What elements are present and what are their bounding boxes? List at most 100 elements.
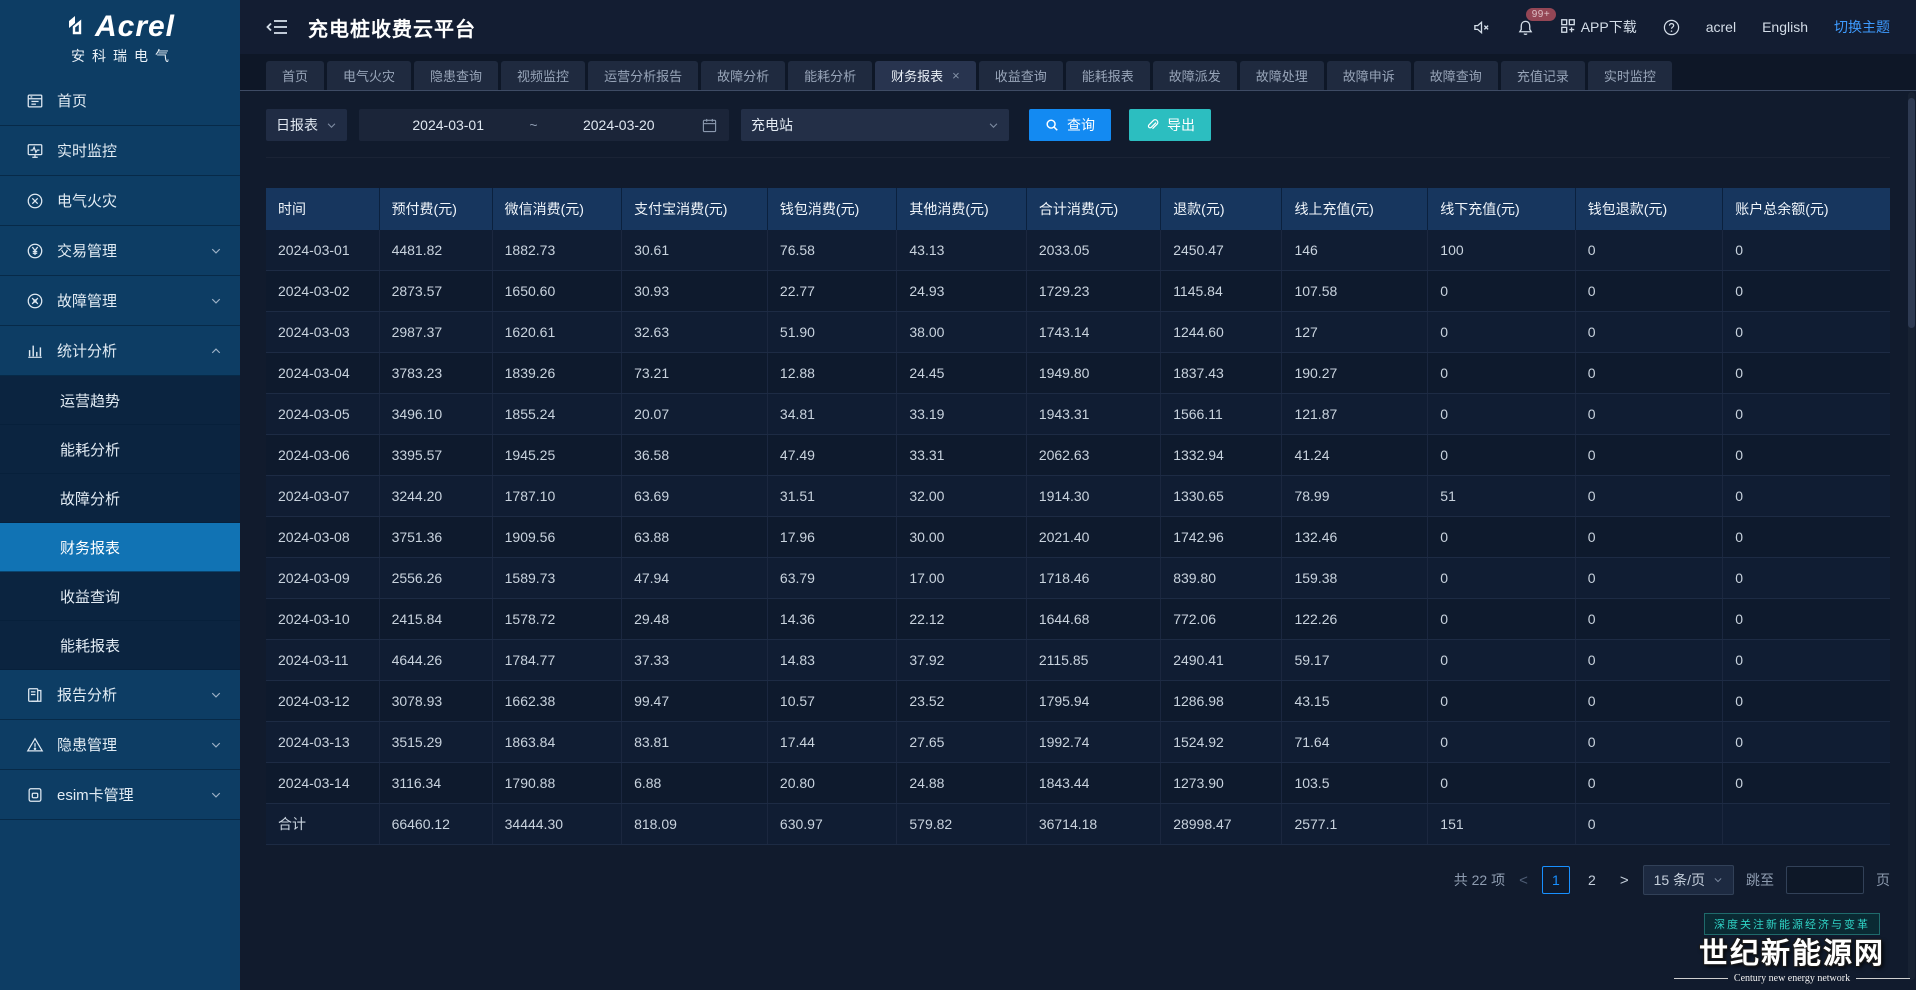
table-cell: 32.00: [897, 476, 1026, 517]
date-range-picker[interactable]: 2024-03-01 ~ 2024-03-20: [359, 109, 729, 141]
table-cell: 0: [1428, 599, 1575, 640]
table-cell: 2450.47: [1161, 230, 1282, 271]
table-cell: 0: [1575, 230, 1722, 271]
table-cell: 2115.85: [1026, 640, 1160, 681]
table-cell: 1787.10: [492, 476, 621, 517]
table-cell: 3751.36: [379, 517, 492, 558]
tab-15[interactable]: 实时监控: [1588, 61, 1672, 90]
hazard-icon: [26, 736, 44, 754]
table-cell: 14.36: [767, 599, 896, 640]
tab-14[interactable]: 充值记录: [1501, 61, 1585, 90]
table-cell: 73.21: [622, 353, 768, 394]
table-cell: 2021.40: [1026, 517, 1160, 558]
table-cell: 0: [1575, 517, 1722, 558]
table-cell: 0: [1723, 599, 1890, 640]
table-cell: 1566.11: [1161, 394, 1282, 435]
prev-page-button[interactable]: <: [1517, 872, 1530, 889]
table-cell: 78.99: [1282, 476, 1428, 517]
query-button-label: 查询: [1067, 115, 1095, 135]
station-select[interactable]: 充电站: [741, 109, 1009, 141]
tab-10[interactable]: 故障派发: [1153, 61, 1237, 90]
app-download-button[interactable]: APP下载: [1560, 17, 1637, 37]
sidebar-subitem[interactable]: 故障分析: [0, 474, 240, 523]
sidebar-subitem[interactable]: 收益查询: [0, 572, 240, 621]
scrollbar-thumb[interactable]: [1908, 98, 1915, 328]
sidebar-item-hazard[interactable]: 隐患管理: [0, 720, 240, 770]
table-cell: 63.88: [622, 517, 768, 558]
tab-2[interactable]: 隐患查询: [414, 61, 498, 90]
sidebar-collapse-icon[interactable]: [266, 18, 288, 36]
sidebar-subitem[interactable]: 运营趋势: [0, 376, 240, 425]
mute-speaker-icon[interactable]: [1472, 19, 1491, 36]
tab-label: 财务报表: [891, 66, 943, 85]
tab-3[interactable]: 视频监控: [501, 61, 585, 90]
table-cell: 59.17: [1282, 640, 1428, 681]
jump-page-input[interactable]: [1786, 866, 1864, 894]
tab-4[interactable]: 运营分析报告: [588, 61, 698, 90]
table-cell: 0: [1723, 681, 1890, 722]
monitor-icon: [26, 142, 44, 160]
page-size-select[interactable]: 15 条/页: [1643, 865, 1734, 895]
sidebar-item-trade[interactable]: 交易管理: [0, 226, 240, 276]
page-button-2[interactable]: 2: [1578, 866, 1606, 894]
table-cell: 0: [1575, 476, 1722, 517]
tab-label: 故障申诉: [1343, 66, 1395, 85]
page-button-1[interactable]: 1: [1542, 866, 1570, 894]
sidebar-item-label: 交易管理: [57, 240, 117, 261]
close-icon[interactable]: ×: [952, 68, 960, 83]
sidebar-item-report[interactable]: 报告分析: [0, 670, 240, 720]
table-cell: 2024-03-13: [266, 722, 379, 763]
sidebar-item-card[interactable]: esim卡管理: [0, 770, 240, 820]
export-button[interactable]: 导出: [1129, 109, 1211, 141]
report-type-select[interactable]: 日报表: [266, 109, 347, 141]
table-cell: 1795.94: [1026, 681, 1160, 722]
tab-12[interactable]: 故障申诉: [1327, 61, 1411, 90]
table-cell: 38.00: [897, 312, 1026, 353]
tab-0[interactable]: 首页: [266, 61, 324, 90]
tab-13[interactable]: 故障查询: [1414, 61, 1498, 90]
sidebar-subitem[interactable]: 财务报表: [0, 523, 240, 572]
table-cell: 2024-03-08: [266, 517, 379, 558]
next-page-button[interactable]: >: [1618, 872, 1631, 889]
table-cell: 1945.25: [492, 435, 621, 476]
report-icon: [26, 686, 44, 704]
column-header: 账户总余额(元): [1723, 188, 1890, 230]
table-cell: 2987.37: [379, 312, 492, 353]
table-cell: 0: [1428, 763, 1575, 804]
sidebar-item-fire[interactable]: 电气火灾: [0, 176, 240, 226]
table-cell: 6.88: [622, 763, 768, 804]
table-cell: 2024-03-06: [266, 435, 379, 476]
notification-bell-icon[interactable]: 99+: [1517, 19, 1534, 36]
table-cell: 47.49: [767, 435, 896, 476]
tab-8[interactable]: 收益查询: [979, 61, 1063, 90]
tab-11[interactable]: 故障处理: [1240, 61, 1324, 90]
sidebar-item-stats[interactable]: 统计分析: [0, 326, 240, 376]
tab-7[interactable]: 财务报表 ×: [875, 61, 976, 90]
calendar-icon: [702, 118, 717, 133]
tab-9[interactable]: 能耗报表: [1066, 61, 1150, 90]
table-cell: 10.57: [767, 681, 896, 722]
chevron-down-icon: [210, 789, 222, 801]
sidebar-item-fault[interactable]: 故障管理: [0, 276, 240, 326]
tab-5[interactable]: 故障分析: [701, 61, 785, 90]
theme-toggle-link[interactable]: 切换主题: [1834, 17, 1890, 37]
tab-6[interactable]: 能耗分析: [788, 61, 872, 90]
sidebar-subitem[interactable]: 能耗分析: [0, 425, 240, 474]
sidebar-subitem[interactable]: 能耗报表: [0, 621, 240, 670]
vertical-scrollbar: [1908, 92, 1915, 980]
table-cell: 2024-03-02: [266, 271, 379, 312]
language-switch[interactable]: English: [1762, 19, 1808, 35]
sidebar-item-monitor[interactable]: 实时监控: [0, 126, 240, 176]
query-button[interactable]: 查询: [1029, 109, 1111, 141]
chevron-down-icon: [210, 245, 222, 257]
table-cell: 0: [1723, 271, 1890, 312]
tab-label: 收益查询: [995, 66, 1047, 85]
tabstrip: 首页电气火灾隐患查询视频监控运营分析报告故障分析能耗分析财务报表 × 收益查询能耗报…: [240, 54, 1916, 91]
tab-1[interactable]: 电气火灾: [327, 61, 411, 90]
username[interactable]: acrel: [1706, 19, 1736, 35]
help-icon[interactable]: [1663, 19, 1680, 36]
table-cell: 0: [1575, 599, 1722, 640]
table-cell: 12.88: [767, 353, 896, 394]
table-cell: 0: [1575, 681, 1722, 722]
sidebar-item-home[interactable]: 首页: [0, 76, 240, 126]
